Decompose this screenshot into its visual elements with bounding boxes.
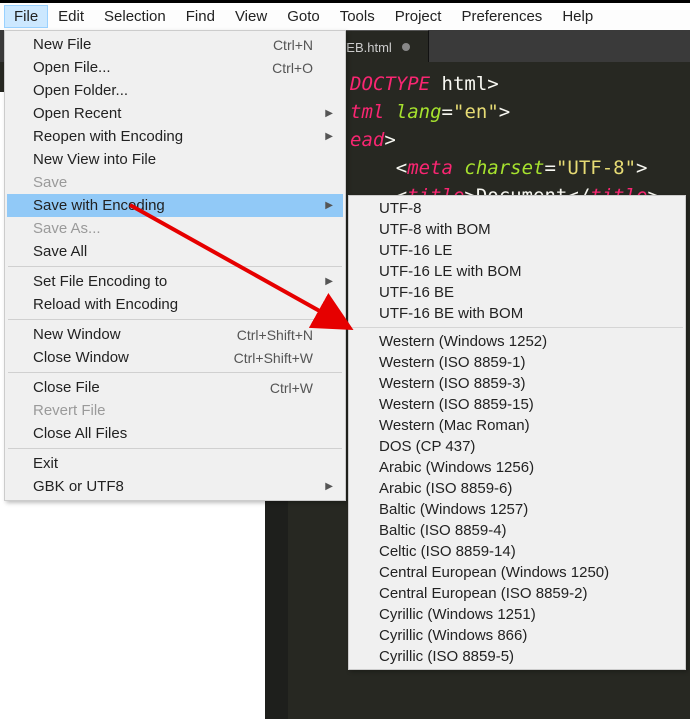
menu-item-new-view-into-file[interactable]: New View into File — [7, 148, 343, 171]
menu-view[interactable]: View — [225, 5, 277, 28]
encoding-western-windows-1252[interactable]: Western (Windows 1252) — [349, 331, 685, 352]
menu-preferences[interactable]: Preferences — [451, 5, 552, 28]
menu-item-label: Set File Encoding to — [33, 273, 167, 290]
menu-separator — [8, 448, 342, 449]
menu-item-label: Open Recent — [33, 105, 121, 122]
menu-separator — [351, 327, 683, 328]
encoding-western-iso-8859-15[interactable]: Western (ISO 8859-15) — [349, 394, 685, 415]
encoding-western-iso-8859-1[interactable]: Western (ISO 8859-1) — [349, 352, 685, 373]
menu-item-exit[interactable]: Exit — [7, 452, 343, 475]
encoding-western-mac-roman[interactable]: Western (Mac Roman) — [349, 415, 685, 436]
chevron-right-icon: ▶ — [325, 108, 333, 119]
menu-item-reopen-with-encoding[interactable]: Reopen with Encoding ▶ — [7, 125, 343, 148]
menu-item-label: Revert File — [33, 402, 106, 419]
menu-item-label: Save As... — [33, 220, 101, 237]
encoding-utf-8-with-bom[interactable]: UTF-8 with BOM — [349, 219, 685, 240]
menu-edit[interactable]: Edit — [48, 5, 94, 28]
menu-separator — [8, 266, 342, 267]
menu-item-label: New File — [33, 36, 91, 53]
encoding-western-iso-8859-3[interactable]: Western (ISO 8859-3) — [349, 373, 685, 394]
menu-item-revert-file: Revert File — [7, 399, 343, 422]
menu-item-shortcut: Ctrl+N — [273, 37, 313, 53]
encoding-utf-16-be-with-bom[interactable]: UTF-16 BE with BOM — [349, 303, 685, 324]
tab-dirty-icon — [402, 43, 410, 51]
menu-item-gbk-or-utf8[interactable]: GBK or UTF8 ▶ — [7, 475, 343, 498]
menu-item-open-recent[interactable]: Open Recent ▶ — [7, 102, 343, 125]
menu-help[interactable]: Help — [552, 5, 603, 28]
encoding-central-european-iso-8859-2[interactable]: Central European (ISO 8859-2) — [349, 583, 685, 604]
menu-item-reload-with-encoding[interactable]: Reload with Encoding ▶ — [7, 293, 343, 316]
chevron-right-icon: ▶ — [325, 131, 333, 142]
menu-item-open-file[interactable]: Open File... Ctrl+O — [7, 56, 343, 79]
menu-item-save: Save — [7, 171, 343, 194]
menu-item-label: Reload with Encoding — [33, 296, 178, 313]
encoding-cyrillic-windows-1251[interactable]: Cyrillic (Windows 1251) — [349, 604, 685, 625]
encoding-utf-8[interactable]: UTF-8 — [349, 198, 685, 219]
encoding-cyrillic-iso-8859-5[interactable]: Cyrillic (ISO 8859-5) — [349, 646, 685, 667]
menu-item-label: New Window — [33, 326, 121, 343]
menu-find[interactable]: Find — [176, 5, 225, 28]
encoding-central-european-windows-1250[interactable]: Central European (Windows 1250) — [349, 562, 685, 583]
encoding-arabic-iso-8859-6[interactable]: Arabic (ISO 8859-6) — [349, 478, 685, 499]
file-menu: New File Ctrl+N Open File... Ctrl+O Open Fol… — [4, 30, 346, 501]
menu-item-label: Open File... — [33, 59, 111, 76]
menu-item-label: Reopen with Encoding — [33, 128, 183, 145]
encoding-utf-16-le-with-bom[interactable]: UTF-16 LE with BOM — [349, 261, 685, 282]
chevron-right-icon: ▶ — [325, 299, 333, 310]
menu-item-label: GBK or UTF8 — [33, 478, 124, 495]
menu-item-label: Save with Encoding — [33, 197, 165, 214]
menu-item-save-with-encoding[interactable]: Save with Encoding ▶ — [7, 194, 343, 217]
menu-item-new-window[interactable]: New Window Ctrl+Shift+N — [7, 323, 343, 346]
chevron-right-icon: ▶ — [325, 200, 333, 211]
menu-tools[interactable]: Tools — [330, 5, 385, 28]
menu-item-shortcut: Ctrl+Shift+N — [237, 327, 313, 343]
menu-item-shortcut: Ctrl+O — [272, 60, 313, 76]
menu-item-close-all-files[interactable]: Close All Files — [7, 422, 343, 445]
menu-item-shortcut: Ctrl+Shift+W — [234, 350, 313, 366]
menu-file[interactable]: File — [4, 5, 48, 28]
menu-item-shortcut: Ctrl+W — [270, 380, 313, 396]
menu-item-label: Save All — [33, 243, 87, 260]
encoding-baltic-windows-1257[interactable]: Baltic (Windows 1257) — [349, 499, 685, 520]
menu-project[interactable]: Project — [385, 5, 452, 28]
menu-item-close-file[interactable]: Close File Ctrl+W — [7, 376, 343, 399]
encoding-cyrillic-windows-866[interactable]: Cyrillic (Windows 866) — [349, 625, 685, 646]
menu-selection[interactable]: Selection — [94, 5, 176, 28]
menu-item-label: Close All Files — [33, 425, 127, 442]
encoding-celtic-iso-8859-14[interactable]: Celtic (ISO 8859-14) — [349, 541, 685, 562]
code-content[interactable]: DOCTYPE html> tml lang="en"> ead> <meta … — [350, 70, 659, 210]
menu-separator — [8, 372, 342, 373]
menu-item-close-window[interactable]: Close Window Ctrl+Shift+W — [7, 346, 343, 369]
menu-separator — [8, 319, 342, 320]
encoding-submenu: UTF-8UTF-8 with BOMUTF-16 LEUTF-16 LE wi… — [348, 195, 686, 670]
encoding-dos-cp-437[interactable]: DOS (CP 437) — [349, 436, 685, 457]
menu-goto[interactable]: Goto — [277, 5, 330, 28]
menu-item-set-file-encoding-to[interactable]: Set File Encoding to ▶ — [7, 270, 343, 293]
encoding-utf-16-be[interactable]: UTF-16 BE — [349, 282, 685, 303]
menu-item-label: Close Window — [33, 349, 129, 366]
menu-item-label: New View into File — [33, 151, 156, 168]
chevron-right-icon: ▶ — [325, 481, 333, 492]
encoding-utf-16-le[interactable]: UTF-16 LE — [349, 240, 685, 261]
chevron-right-icon: ▶ — [325, 276, 333, 287]
menu-item-label: Close File — [33, 379, 100, 396]
menu-item-save-as: Save As... — [7, 217, 343, 240]
menu-item-label: Exit — [33, 455, 58, 472]
menu-item-new-file[interactable]: New File Ctrl+N — [7, 33, 343, 56]
menu-item-save-all[interactable]: Save All — [7, 240, 343, 263]
menubar: FileEditSelectionFindViewGotoToolsProjec… — [0, 0, 690, 30]
encoding-baltic-iso-8859-4[interactable]: Baltic (ISO 8859-4) — [349, 520, 685, 541]
menu-item-open-folder[interactable]: Open Folder... — [7, 79, 343, 102]
menu-item-label: Save — [33, 174, 67, 191]
menu-item-label: Open Folder... — [33, 82, 128, 99]
encoding-arabic-windows-1256[interactable]: Arabic (Windows 1256) — [349, 457, 685, 478]
